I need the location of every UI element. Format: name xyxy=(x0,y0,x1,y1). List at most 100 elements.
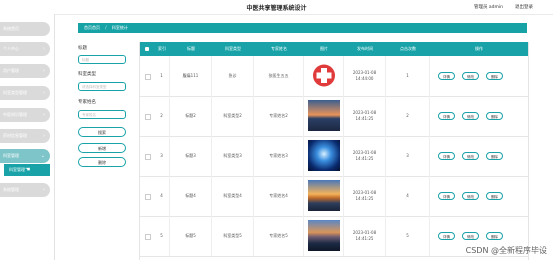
cell-title: 标题3 xyxy=(170,136,212,176)
cell-clicks: 1 xyxy=(386,56,430,96)
row-delete-button[interactable]: 删除 xyxy=(486,112,503,120)
cursor-icon: ☚ xyxy=(25,166,31,173)
col-index: 索引 xyxy=(158,46,166,51)
row-checkbox[interactable] xyxy=(145,194,151,200)
breadcrumb: 首页首页 / 科室统计 xyxy=(78,23,527,33)
select-all-checkbox[interactable] xyxy=(145,47,149,51)
table-row: 1 腹痛111 急诊 张医生五五 2023-01-08 14:44:00 1 详… xyxy=(140,56,528,97)
edit-button[interactable]: 修改 xyxy=(462,72,479,80)
chevron-right-icon: › xyxy=(43,68,45,74)
top-bar: 中医共享管理系统设计 管理员 admin 退出登录 xyxy=(0,0,553,15)
sidebar-item-home[interactable]: 系统首页 xyxy=(0,22,50,36)
row-delete-button[interactable]: 删除 xyxy=(486,192,503,200)
dusk-lake-image xyxy=(308,220,340,251)
cell-expert: 专家姓名4 xyxy=(254,176,304,216)
dept-type-select[interactable]: 请选择科室类型 xyxy=(78,82,126,91)
cell-expert: 专家姓名2 xyxy=(254,96,304,136)
cell-expert: 专家姓名3 xyxy=(254,136,304,176)
detail-button[interactable]: 详情 xyxy=(438,152,455,160)
sidebar-item-label: 科室类型管理 xyxy=(3,90,27,95)
cell-type: 科室类型5 xyxy=(212,216,254,256)
submenu-item-label: 科室管理 xyxy=(9,167,25,172)
expert-input[interactable]: 专家姓名 xyxy=(78,110,126,119)
sidebar-item-profile[interactable]: 个人中心 › xyxy=(0,42,50,56)
dept-type-label: 科室类型 xyxy=(78,72,96,77)
cell-time: 2023-01-08 14:41:25 xyxy=(344,176,386,216)
cell-clicks: 2 xyxy=(386,96,430,136)
cell-clicks: 4 xyxy=(386,176,430,216)
cell-index: 5 xyxy=(154,216,170,256)
row-checkbox[interactable] xyxy=(145,114,151,120)
sidebar: 系统首页 个人中心 › 用户管理 › 科室类型管理 › 中医知识管理 › 药材信… xyxy=(0,14,55,260)
expert-label: 专家姓名 xyxy=(78,100,96,105)
title-label: 标题 xyxy=(78,46,87,51)
cell-time: 2023-01-08 14:41:25 xyxy=(344,216,386,256)
chevron-right-icon: › xyxy=(43,133,45,139)
breadcrumb-separator: / xyxy=(105,25,107,30)
watermark: CSDN @全新程序毕设 xyxy=(465,246,547,255)
sidebar-item-dept-types[interactable]: 科室类型管理 › xyxy=(0,86,50,100)
col-clicks: 点击次数 xyxy=(400,46,416,51)
chevron-right-icon: › xyxy=(43,46,45,52)
detail-button[interactable]: 详情 xyxy=(438,192,455,200)
cell-index: 3 xyxy=(154,136,170,176)
cell-expert: 专家姓名5 xyxy=(254,216,304,256)
sidebar-item-label: 科室管理 xyxy=(3,153,19,158)
breadcrumb-current: 科室统计 xyxy=(111,25,128,30)
row-checkbox[interactable] xyxy=(145,154,151,160)
red-cross-image xyxy=(308,60,340,91)
col-expert: 专家姓名 xyxy=(271,46,287,51)
detail-button[interactable]: 详情 xyxy=(438,232,455,240)
submenu-item-departments[interactable]: 科室管理 ☚ xyxy=(4,164,50,176)
lake-sunset-image xyxy=(308,100,340,131)
cell-type: 科室类型3 xyxy=(212,136,254,176)
cell-clicks: 5 xyxy=(386,216,430,256)
chevron-right-icon: › xyxy=(43,90,45,96)
row-delete-button[interactable]: 删除 xyxy=(486,72,503,80)
cell-type: 急诊 xyxy=(212,56,254,96)
row-checkbox[interactable] xyxy=(145,234,151,240)
logout-link[interactable]: 退出登录 xyxy=(515,4,533,10)
col-image: 图片 xyxy=(320,46,328,51)
app-title: 中医共享管理系统设计 xyxy=(246,5,307,12)
title-input[interactable]: 标题 xyxy=(78,55,126,64)
cell-title: 标题2 xyxy=(170,96,212,136)
sidebar-item-label: 系统管理 xyxy=(3,187,19,192)
sidebar-item-departments[interactable]: 科室管理 ⌄ xyxy=(0,149,50,163)
cell-time: 2023-01-08 14:44:00 xyxy=(344,56,386,96)
sidebar-item-users[interactable]: 用户管理 › xyxy=(0,64,50,78)
sky-sunset-image xyxy=(308,180,340,211)
table-row: 4 标题4 科室类型4 专家姓名4 2023-01-08 14:41:25 4 … xyxy=(140,176,528,217)
col-actions: 操作 xyxy=(475,46,483,51)
cell-time: 2023-01-08 14:41:25 xyxy=(344,136,386,176)
cell-index: 1 xyxy=(154,56,170,96)
row-delete-button[interactable]: 删除 xyxy=(486,152,503,160)
edit-button[interactable]: 修改 xyxy=(462,112,479,120)
add-button[interactable]: 新增 xyxy=(78,143,126,153)
detail-button[interactable]: 详情 xyxy=(438,72,455,80)
search-button[interactable]: 搜索 xyxy=(78,127,126,137)
edit-button[interactable]: 修改 xyxy=(462,152,479,160)
edit-button[interactable]: 修改 xyxy=(462,192,479,200)
cell-index: 4 xyxy=(154,176,170,216)
chevron-down-icon: ⌄ xyxy=(40,153,45,159)
row-delete-button[interactable]: 删除 xyxy=(486,232,503,240)
cell-clicks: 3 xyxy=(386,136,430,176)
data-table: 索引 标题 科室类型 专家姓名 图片 发布时间 点击次数 操作 1 腹痛111 … xyxy=(139,42,529,260)
cell-type: 科室类型2 xyxy=(212,96,254,136)
detail-button[interactable]: 详情 xyxy=(438,112,455,120)
cell-expert: 张医生五五 xyxy=(254,56,304,96)
col-title: 标题 xyxy=(187,46,195,51)
sidebar-item-knowledge[interactable]: 中医知识管理 › xyxy=(0,108,50,122)
sidebar-item-herbs[interactable]: 药材信息管理 › xyxy=(0,129,50,143)
sidebar-item-system[interactable]: 系统管理 › xyxy=(0,183,50,197)
cell-title: 标题5 xyxy=(170,216,212,256)
breadcrumb-home[interactable]: 首页首页 xyxy=(84,25,100,30)
delete-button[interactable]: 删除 xyxy=(78,157,126,167)
cell-title: 腹痛111 xyxy=(170,56,212,96)
sidebar-item-label: 中医知识管理 xyxy=(3,112,27,117)
edit-button[interactable]: 修改 xyxy=(462,232,479,240)
sidebar-item-label: 系统首页 xyxy=(3,26,19,31)
cell-title: 标题4 xyxy=(170,176,212,216)
row-checkbox[interactable] xyxy=(145,74,151,80)
